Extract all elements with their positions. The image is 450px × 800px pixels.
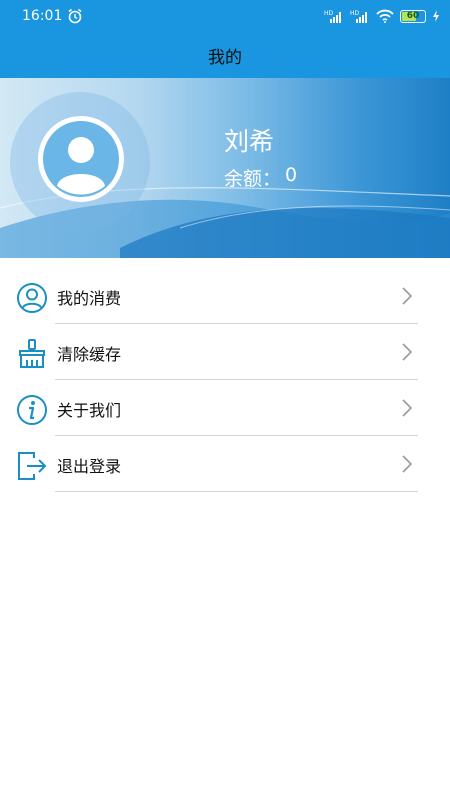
signal-hd-2-icon: HD: [350, 9, 370, 23]
broom-icon: [16, 338, 48, 370]
balance-label: 余额：: [224, 168, 282, 190]
balance: 余额： 0: [224, 164, 297, 191]
menu-item-logout[interactable]: 退出登录: [0, 436, 450, 492]
wifi-icon: [376, 9, 394, 23]
status-time: 16:01: [22, 8, 63, 24]
info-icon: [16, 394, 48, 426]
user-circle-icon: [16, 282, 48, 314]
divider: [55, 491, 418, 492]
menu-item-label: 我的消费: [57, 289, 122, 308]
logout-icon: [16, 450, 48, 482]
chevron-right-icon: [400, 342, 414, 362]
svg-text:HD: HD: [350, 10, 360, 17]
signal-hd-1-icon: HD: [324, 9, 344, 23]
status-bar: 16:01 HD HD 60: [0, 0, 450, 32]
menu-item-label: 退出登录: [57, 457, 122, 476]
page-title: 我的: [208, 47, 242, 68]
alarm-clock-icon: [67, 8, 83, 24]
chevron-right-icon: [400, 286, 414, 306]
profile-banner: 刘希 余额： 0: [0, 78, 450, 258]
balance-value: 0: [285, 164, 298, 186]
chevron-right-icon: [400, 398, 414, 418]
user-name: 刘希: [224, 127, 275, 156]
header: 我的: [0, 32, 450, 78]
menu-item-my-spending[interactable]: 我的消费: [0, 268, 450, 324]
menu-item-about-us[interactable]: 关于我们: [0, 380, 450, 436]
menu-item-clear-cache[interactable]: 清除缓存: [0, 324, 450, 380]
svg-text:HD: HD: [324, 10, 334, 17]
bolt-icon: [432, 10, 440, 22]
menu-item-label: 清除缓存: [57, 345, 122, 364]
user-avatar-icon[interactable]: [38, 116, 124, 202]
battery-level: 60: [406, 10, 420, 21]
menu-list: 我的消费 清除缓存 关于我们 退出登录: [0, 268, 450, 492]
menu-item-label: 关于我们: [57, 401, 122, 420]
battery-icon: 60: [400, 9, 426, 23]
chevron-right-icon: [400, 454, 414, 474]
